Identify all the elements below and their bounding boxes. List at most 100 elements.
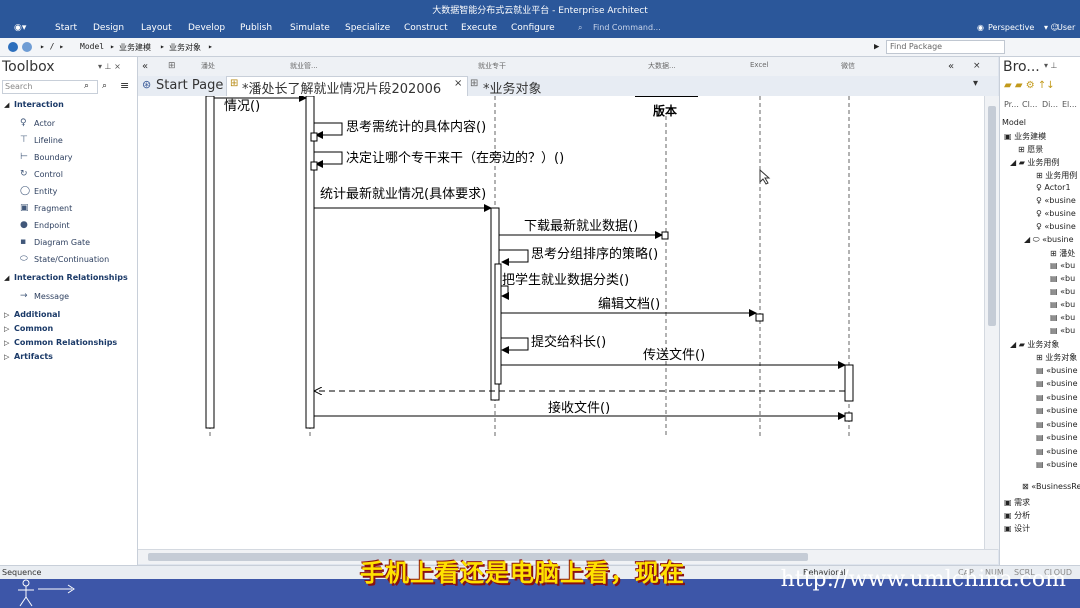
toolbox-section-common[interactable]: Common: [14, 324, 53, 333]
tree-item[interactable]: ▤ «busine: [1036, 460, 1078, 469]
toolbox-section-artifacts[interactable]: Artifacts: [14, 352, 53, 361]
activation-bar[interactable]: [494, 263, 502, 385]
vertical-scrollbar[interactable]: [984, 96, 999, 549]
find-command-input[interactable]: Find Command...: [593, 23, 661, 32]
tree-item[interactable]: ▤ «bu: [1050, 300, 1075, 309]
user-label[interactable]: User: [1057, 23, 1075, 32]
toolbox-section-relationships[interactable]: Interaction Relationships: [14, 273, 128, 282]
tree-item[interactable]: ◢ ⬭ «busine: [1024, 235, 1074, 245]
tree-item[interactable]: ▤ «bu: [1050, 326, 1075, 335]
tree-item[interactable]: ▤ «busine: [1036, 406, 1078, 415]
toolbox-item-entity[interactable]: Entity: [34, 187, 57, 196]
panel-pin-icon[interactable]: ▾ ⊥ ×: [98, 62, 121, 71]
ribbon-tab-construct[interactable]: Construct: [404, 23, 448, 33]
browser-tab-element[interactable]: El...: [1062, 100, 1077, 109]
ribbon-tab-publish[interactable]: Publish: [240, 23, 272, 33]
tree-item[interactable]: ▤ «bu: [1050, 313, 1075, 322]
self-message-arrow[interactable]: [314, 122, 343, 139]
self-message-arrow[interactable]: [499, 249, 529, 266]
toolbox-item-control[interactable]: Control: [34, 170, 63, 179]
tree-item[interactable]: ▤ «busine: [1036, 366, 1078, 375]
collapse-right-icon[interactable]: «: [948, 61, 954, 72]
tree-item[interactable]: ◢ ▰ 业务用例: [1010, 157, 1059, 168]
panel-pin-icon[interactable]: ▾ ⊥: [1044, 61, 1058, 70]
expand-icon[interactable]: ▷: [4, 311, 9, 319]
tree-item-model[interactable]: Model: [1002, 118, 1026, 127]
tree-item[interactable]: ▣ 设计: [1004, 523, 1030, 534]
toolbox-section-interaction[interactable]: Interaction: [14, 100, 64, 109]
toolbox-section-common-relationships[interactable]: Common Relationships: [14, 338, 117, 347]
tree-item[interactable]: ♀ «busine: [1036, 196, 1076, 205]
tree-item[interactable]: ⊠ «BusinessRe: [1022, 482, 1080, 491]
tree-item[interactable]: ▤ «busine: [1036, 379, 1078, 388]
find-package-input[interactable]: Find Package: [886, 40, 1005, 54]
tree-item[interactable]: ♀ Actor1: [1036, 183, 1071, 192]
tab-business-object[interactable]: *业务对象: [483, 78, 542, 97]
tree-item[interactable]: ▤ «busine: [1036, 420, 1078, 429]
toolbox-item-fragment[interactable]: Fragment: [34, 204, 72, 213]
ribbon-tab-specialize[interactable]: Specialize: [345, 23, 390, 33]
ribbon-tab-execute[interactable]: Execute: [461, 23, 497, 33]
tab-sequence-diagram[interactable]: *潘处长了解就业情况片段202006: [242, 78, 441, 97]
close-icon[interactable]: ×: [973, 61, 981, 71]
toolbox-item-state-continuation[interactable]: State/Continuation: [34, 255, 109, 264]
tree-item[interactable]: ⊞ 愿景: [1018, 144, 1043, 155]
self-message-arrow[interactable]: [314, 151, 343, 168]
close-icon[interactable]: ×: [454, 78, 462, 89]
tree-item[interactable]: ▤ «bu: [1050, 274, 1075, 283]
tree-item[interactable]: ▤ «busine: [1036, 433, 1078, 442]
ribbon-tab-layout[interactable]: Layout: [141, 23, 172, 33]
expand-icon[interactable]: ▷: [4, 325, 9, 333]
search-icon[interactable]: ⌕: [84, 81, 89, 91]
tab-start-page[interactable]: Start Page: [156, 78, 223, 93]
activation-bar[interactable]: [205, 96, 215, 429]
toolbox-item-diagram-gate[interactable]: Diagram Gate: [34, 238, 90, 247]
tree-item[interactable]: ▤ «bu: [1050, 287, 1075, 296]
breadcrumb-business-modeling[interactable]: 业务建模: [119, 42, 151, 53]
tree-item[interactable]: ♀ «busine: [1036, 222, 1076, 231]
browser-tab-project[interactable]: Pr...: [1004, 100, 1019, 109]
tab-list-icon[interactable]: ▾: [973, 78, 978, 89]
back-icon[interactable]: [8, 42, 18, 52]
breadcrumb-model[interactable]: Model: [80, 42, 104, 51]
tree-item[interactable]: ▤ «bu: [1050, 261, 1075, 270]
folder-icon[interactable]: ▰ ▰ ⚙ ↑↓: [1004, 80, 1055, 91]
scroll-thumb[interactable]: [148, 553, 808, 561]
forward-icon[interactable]: [22, 42, 32, 52]
ribbon-tab-simulate[interactable]: Simulate: [290, 23, 330, 33]
tree-item[interactable]: ◢ ▰ 业务对象: [1010, 339, 1059, 350]
tree-item[interactable]: ⊞ 业务用例: [1036, 170, 1077, 181]
tree-item[interactable]: ♀ «busine: [1036, 209, 1076, 218]
activation-bar[interactable]: [305, 96, 315, 429]
collapse-icon[interactable]: ◢: [4, 101, 9, 109]
ribbon-tab-design[interactable]: Design: [93, 23, 124, 33]
browser-tab-context[interactable]: Cl...: [1022, 100, 1037, 109]
tree-item[interactable]: ▣ 需求: [1004, 497, 1030, 508]
collapse-icon[interactable]: ◢: [4, 274, 9, 282]
tree-item[interactable]: ▣ 分析: [1004, 510, 1030, 521]
scroll-thumb[interactable]: [988, 106, 996, 326]
tree-item[interactable]: ▣ 业务建模: [1004, 131, 1046, 142]
horizontal-scrollbar[interactable]: [138, 549, 998, 564]
toolbox-item-boundary[interactable]: Boundary: [34, 153, 73, 162]
menu-icon[interactable]: ≡: [120, 79, 129, 92]
tree-item[interactable]: ▤ «busine: [1036, 393, 1078, 402]
collapse-left-icon[interactable]: «: [142, 61, 148, 72]
breadcrumb-business-object[interactable]: 业务对象: [169, 42, 201, 53]
ribbon-tab-develop[interactable]: Develop: [188, 23, 225, 33]
tree-item[interactable]: ⊞ 业务对象: [1036, 352, 1077, 363]
find-icon[interactable]: ⌕: [102, 81, 107, 91]
app-menu-icon[interactable]: ◉▾: [14, 23, 26, 33]
tree-item[interactable]: ⊞ 潘处: [1050, 248, 1075, 259]
toolbox-item-actor[interactable]: Actor: [34, 119, 55, 128]
expand-icon[interactable]: ▷: [4, 339, 9, 347]
toolbox-section-additional[interactable]: Additional: [14, 310, 60, 319]
diagram-canvas[interactable]: 情况() 版本 思考需统计的具体内容() 决定让哪个专干来干（在旁边的？）() …: [138, 96, 984, 549]
browser-tab-diagram[interactable]: Di...: [1042, 100, 1058, 109]
play-icon[interactable]: ▶: [874, 42, 879, 52]
ribbon-tab-configure[interactable]: Configure: [511, 23, 555, 33]
ribbon-tab-start[interactable]: Start: [55, 23, 77, 33]
toolbox-item-lifeline[interactable]: Lifeline: [34, 136, 63, 145]
expand-icon[interactable]: ▷: [4, 353, 9, 361]
toolbox-item-endpoint[interactable]: Endpoint: [34, 221, 70, 230]
